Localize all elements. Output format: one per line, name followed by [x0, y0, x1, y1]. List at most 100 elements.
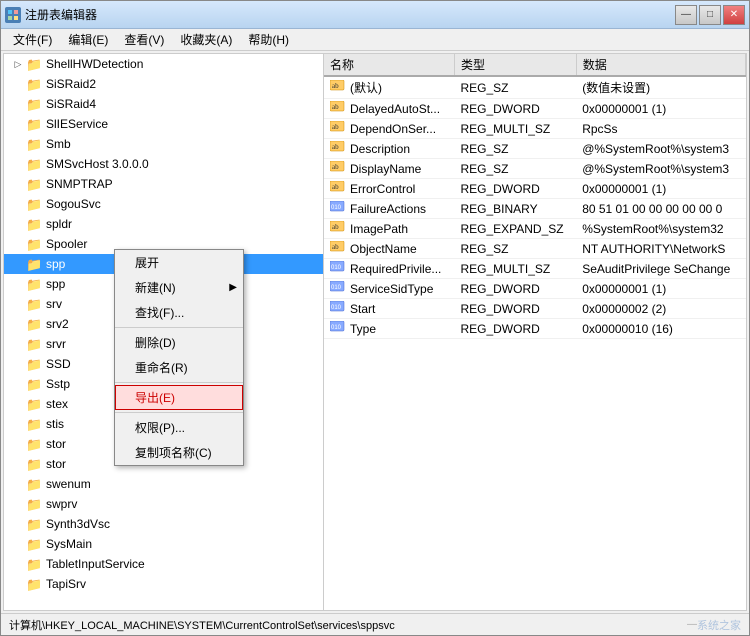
- ctx-new[interactable]: 新建(N)▶: [115, 275, 243, 300]
- tree-item[interactable]: 📁spldr: [4, 214, 323, 234]
- ctx-export[interactable]: 导出(E): [115, 385, 243, 410]
- reg-type-icon: 010: [330, 261, 346, 273]
- menu-help[interactable]: 帮助(H): [240, 29, 297, 50]
- tree-item-label: Synth3dVsc: [46, 517, 110, 531]
- tree-item[interactable]: 📁SysMain: [4, 534, 323, 554]
- expand-icon: [12, 438, 24, 450]
- expand-icon: [12, 138, 24, 150]
- tree-item-label: swenum: [46, 477, 91, 491]
- folder-icon: 📁: [26, 57, 42, 71]
- ctx-delete[interactable]: 删除(D): [115, 330, 243, 355]
- col-name[interactable]: 名称: [324, 54, 454, 76]
- table-row[interactable]: abDisplayNameREG_SZ@%SystemRoot%\system3: [324, 159, 746, 179]
- tree-item-label: ShellHWDetection: [46, 57, 143, 71]
- expand-icon: [12, 198, 24, 210]
- folder-icon: 📁: [26, 397, 42, 411]
- menu-edit[interactable]: 编辑(E): [60, 29, 116, 50]
- registry-path: 计算机\HKEY_LOCAL_MACHINE\SYSTEM\CurrentCon…: [9, 617, 395, 633]
- expand-icon: [12, 418, 24, 430]
- tree-item[interactable]: 📁swprv: [4, 494, 323, 514]
- reg-data-cell: @%SystemRoot%\system3: [576, 159, 745, 179]
- table-row[interactable]: abErrorControlREG_DWORD0x00000001 (1): [324, 179, 746, 199]
- reg-type-cell: REG_SZ: [454, 76, 576, 99]
- reg-type-icon: ab: [330, 181, 346, 193]
- tree-item[interactable]: 📁Smb: [4, 134, 323, 154]
- svg-text:010: 010: [331, 325, 342, 331]
- table-row[interactable]: abDescriptionREG_SZ@%SystemRoot%\system3: [324, 139, 746, 159]
- tree-item-label: SysMain: [46, 537, 92, 551]
- tree-item-label: stor: [46, 457, 66, 471]
- reg-type-icon: ab: [330, 80, 346, 92]
- ctx-rename[interactable]: 重命名(R): [115, 355, 243, 380]
- tree-item[interactable]: 📁TabletInputService: [4, 554, 323, 574]
- registry-values-panel: 名称 类型 数据 ab(默认)REG_SZ(数值未设置)abDelayedAut…: [324, 54, 746, 610]
- folder-icon: 📁: [26, 417, 42, 431]
- table-row[interactable]: 010ServiceSidTypeREG_DWORD0x00000001 (1): [324, 279, 746, 299]
- table-row[interactable]: abDependOnSer...REG_MULTI_SZRpcSs: [324, 119, 746, 139]
- tree-item[interactable]: 📁TapiSrv: [4, 574, 323, 594]
- table-row[interactable]: 010StartREG_DWORD0x00000002 (2): [324, 299, 746, 319]
- window-title: 注册表编辑器: [25, 6, 675, 23]
- reg-data-cell: SeAuditPrivilege SeChange: [576, 259, 745, 279]
- reg-type-cell: REG_MULTI_SZ: [454, 259, 576, 279]
- close-button[interactable]: ✕: [723, 5, 745, 25]
- tree-item-label: spp: [46, 257, 65, 271]
- expand-icon: [12, 258, 24, 270]
- reg-data-cell: @%SystemRoot%\system3: [576, 139, 745, 159]
- folder-icon: 📁: [26, 217, 42, 231]
- ctx-find[interactable]: 查找(F)...: [115, 300, 243, 325]
- ctx-copy-name[interactable]: 复制项名称(C): [115, 440, 243, 465]
- tree-item[interactable]: 📁swenum: [4, 474, 323, 494]
- ctx-permissions[interactable]: 权限(P)...: [115, 415, 243, 440]
- table-row[interactable]: ab(默认)REG_SZ(数值未设置): [324, 76, 746, 99]
- ctx-expand[interactable]: 展开: [115, 250, 243, 275]
- folder-icon: 📁: [26, 557, 42, 571]
- tree-item-label: SiSRaid2: [46, 77, 96, 91]
- tree-item[interactable]: 📁SiSRaid2: [4, 74, 323, 94]
- table-row[interactable]: 010RequiredPrivile...REG_MULTI_SZSeAudit…: [324, 259, 746, 279]
- menu-view[interactable]: 查看(V): [116, 29, 172, 50]
- tree-item[interactable]: 📁Synth3dVsc: [4, 514, 323, 534]
- table-row[interactable]: 010FailureActionsREG_BINARY80 51 01 00 0…: [324, 199, 746, 219]
- registry-tree-panel[interactable]: ▷📁ShellHWDetection📁SiSRaid2📁SiSRaid4📁SlI…: [4, 54, 324, 610]
- reg-name-cell: abDisplayName: [324, 159, 454, 179]
- expand-icon: [12, 78, 24, 90]
- reg-name-cell: abDependOnSer...: [324, 119, 454, 139]
- minimize-button[interactable]: —: [675, 5, 697, 25]
- title-bar: 注册表编辑器 — □ ✕: [1, 1, 749, 29]
- folder-icon: 📁: [26, 117, 42, 131]
- tree-item[interactable]: 📁 SlIEService: [4, 114, 323, 134]
- tree-item-label: srvr: [46, 337, 66, 351]
- reg-name-cell: abObjectName: [324, 239, 454, 259]
- reg-name-cell: abErrorControl: [324, 179, 454, 199]
- tree-item[interactable]: 📁SogouSvc: [4, 194, 323, 214]
- reg-data-cell: 0x00000001 (1): [576, 279, 745, 299]
- values-table: 名称 类型 数据 ab(默认)REG_SZ(数值未设置)abDelayedAut…: [324, 54, 746, 339]
- menu-favorites[interactable]: 收藏夹(A): [172, 29, 240, 50]
- tree-item-label: SNMPTRAP: [46, 177, 113, 191]
- tree-item-label: SlIEService: [46, 117, 108, 131]
- tree-item[interactable]: 📁SiSRaid4: [4, 94, 323, 114]
- maximize-button[interactable]: □: [699, 5, 721, 25]
- svg-text:ab: ab: [332, 82, 339, 90]
- svg-text:ab: ab: [332, 163, 339, 171]
- tree-item-label: Smb: [46, 137, 71, 151]
- expand-icon: [12, 558, 24, 570]
- svg-text:ab: ab: [332, 143, 339, 151]
- table-row[interactable]: abObjectNameREG_SZNT AUTHORITY\NetworkS: [324, 239, 746, 259]
- col-data[interactable]: 数据: [576, 54, 745, 76]
- reg-type-cell: REG_BINARY: [454, 199, 576, 219]
- expand-icon: [12, 398, 24, 410]
- table-row[interactable]: abImagePathREG_EXPAND_SZ%SystemRoot%\sys…: [324, 219, 746, 239]
- tree-item[interactable]: 📁SMSvcHost 3.0.0.0: [4, 154, 323, 174]
- folder-icon: 📁: [26, 237, 42, 251]
- status-bar: 计算机\HKEY_LOCAL_MACHINE\SYSTEM\CurrentCon…: [1, 613, 749, 635]
- values-table-container[interactable]: 名称 类型 数据 ab(默认)REG_SZ(数值未设置)abDelayedAut…: [324, 54, 746, 610]
- col-type[interactable]: 类型: [454, 54, 576, 76]
- tree-item[interactable]: ▷📁ShellHWDetection: [4, 54, 323, 74]
- tree-item[interactable]: 📁SNMPTRAP: [4, 174, 323, 194]
- table-row[interactable]: abDelayedAutoSt...REG_DWORD0x00000001 (1…: [324, 99, 746, 119]
- reg-type-icon: ab: [330, 221, 346, 233]
- table-row[interactable]: 010TypeREG_DWORD0x00000010 (16): [324, 319, 746, 339]
- menu-file[interactable]: 文件(F): [5, 29, 60, 50]
